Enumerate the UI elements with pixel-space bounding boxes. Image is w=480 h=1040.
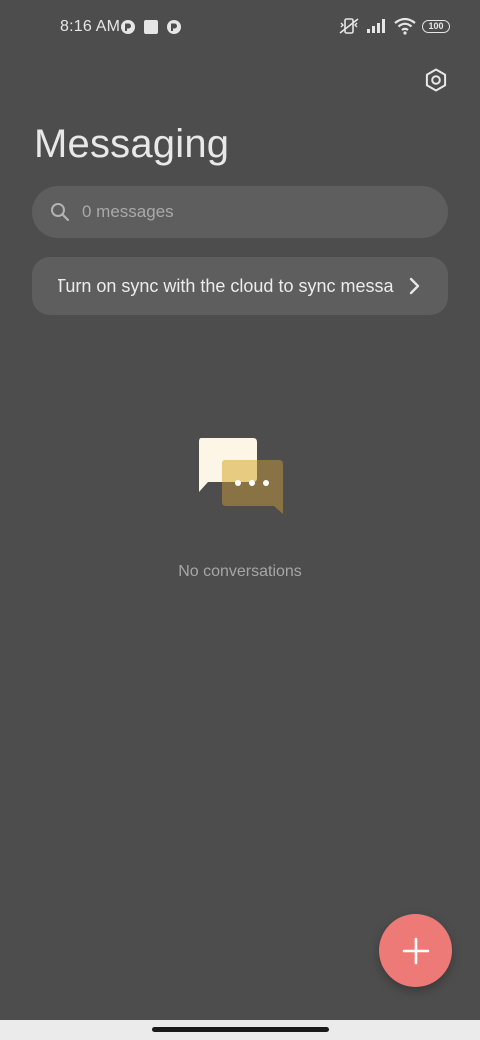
battery-indicator: 100: [422, 19, 450, 33]
notification-square-icon: [144, 20, 158, 34]
sync-banner[interactable]: Turn on sync with the cloud to sync mess…: [32, 257, 448, 315]
notification-icons: [120, 19, 182, 35]
search-icon: [51, 203, 70, 222]
page-title: Messaging: [34, 122, 230, 166]
vibrate-off-icon: [339, 18, 359, 34]
notification-app-icon: [121, 20, 135, 34]
chat-bubbles-icon: [199, 438, 283, 514]
system-icons: 100: [338, 17, 450, 35]
messaging-screen: 8:16 AM 100 Messaging 0 messages Turn on…: [0, 0, 480, 1040]
empty-state-text: No conversations: [178, 563, 302, 580]
chevron-right-icon: [409, 277, 420, 295]
new-message-button[interactable]: [379, 914, 452, 987]
home-gesture-handle[interactable]: [152, 1027, 329, 1032]
gear-icon: [425, 68, 447, 92]
sync-text-container: Turn on sync with the cloud to sync mess…: [58, 257, 394, 315]
search-placeholder: 0 messages: [82, 202, 174, 221]
wifi-icon: [394, 17, 416, 35]
status-bar: 8:16 AM 100: [0, 0, 480, 56]
signal-icon: [367, 19, 385, 33]
status-time: 8:16 AM: [60, 18, 121, 35]
battery-level: 100: [428, 21, 444, 31]
settings-button[interactable]: [422, 66, 450, 94]
plus-icon: [402, 937, 429, 964]
notification-app-icon-2: [167, 20, 181, 34]
search-bar[interactable]: 0 messages: [32, 186, 448, 238]
navigation-bar: [0, 1020, 480, 1040]
sync-banner-text: Turn on sync with the cloud to sync mess…: [58, 275, 394, 296]
